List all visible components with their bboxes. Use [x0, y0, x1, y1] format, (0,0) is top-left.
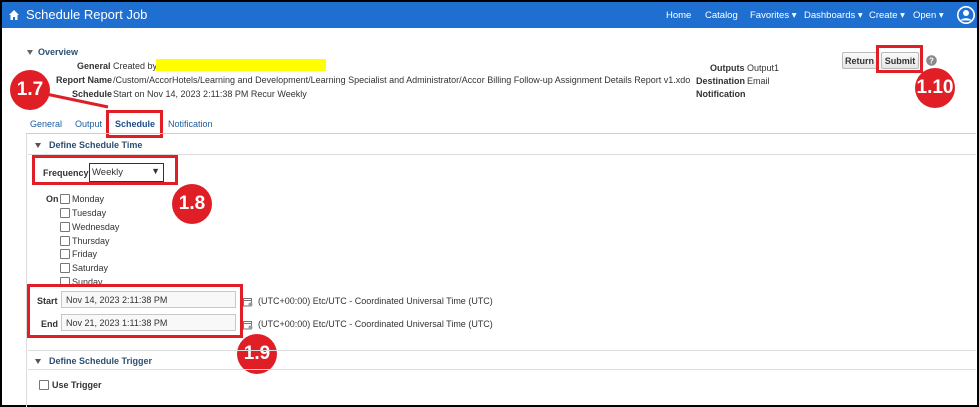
- section-divider: [28, 369, 976, 370]
- schedule-time-title: Define Schedule Time: [49, 140, 143, 150]
- schedule-trigger-title: Define Schedule Trigger: [49, 356, 153, 366]
- callout-box-dates: [27, 284, 243, 338]
- use-trigger-label: Use Trigger: [52, 380, 102, 390]
- svg-text:?: ?: [929, 56, 934, 65]
- on-label: On: [46, 194, 59, 204]
- chevron-down-icon: ▾: [791, 10, 797, 21]
- chevron-down-icon: ▾: [900, 10, 905, 21]
- callout-box-frequency: [32, 155, 178, 185]
- nav-dashboards-menu[interactable]: Dashboards ▾: [804, 10, 863, 21]
- use-trigger-checkbox[interactable]: [39, 380, 49, 390]
- day-label-thursday: Thursday: [72, 236, 110, 246]
- chevron-down-icon: ▾: [857, 10, 863, 21]
- start-timezone: (UTC+00:00) Etc/UTC - Coordinated Univer…: [258, 296, 493, 306]
- day-label-wednesday: Wednesday: [72, 222, 120, 232]
- checkbox-wednesday[interactable]: [60, 222, 70, 232]
- collapse-triangle-icon[interactable]: [35, 143, 41, 148]
- schedule-value: Start on Nov 14, 2023 2:11:38 PM Recur W…: [113, 89, 307, 99]
- outputs-value: Output1: [747, 63, 780, 73]
- checkbox-monday[interactable]: [60, 194, 70, 204]
- destination-label: Destination: [696, 76, 746, 86]
- nav-dashboards-label: Dashboards: [804, 10, 856, 21]
- checkbox-saturday[interactable]: [60, 263, 70, 273]
- checkbox-tuesday[interactable]: [60, 208, 70, 218]
- return-button[interactable]: Return: [842, 52, 877, 69]
- app-header: Schedule Report Job Home Catalog Favorit…: [2, 2, 977, 28]
- help-icon[interactable]: ?: [926, 55, 937, 66]
- checkbox-friday[interactable]: [60, 249, 70, 259]
- callout-box-submit: [876, 45, 923, 73]
- collapse-triangle-icon[interactable]: [27, 50, 33, 55]
- checkbox-thursday[interactable]: [60, 236, 70, 246]
- section-divider: [28, 350, 976, 351]
- overview-title: Overview: [38, 47, 79, 57]
- destination-value: Email: [747, 76, 770, 86]
- nav-create-menu[interactable]: Create ▾: [869, 10, 905, 21]
- content-left-border: [26, 134, 27, 407]
- chevron-down-icon: ▾: [938, 10, 944, 21]
- day-label-monday: Monday: [72, 194, 105, 204]
- end-timezone: (UTC+00:00) Etc/UTC - Coordinated Univer…: [258, 319, 493, 329]
- home-icon[interactable]: [8, 9, 20, 21]
- nav-favorites-label: Favorites: [750, 10, 790, 21]
- redaction-highlight: [156, 59, 326, 71]
- day-label-friday: Friday: [72, 249, 98, 259]
- callout-badge-1-9: 1.9: [237, 334, 277, 374]
- nav-favorites-menu[interactable]: Favorites ▾: [750, 10, 797, 21]
- general-label: General: [77, 61, 111, 71]
- calendar-icon[interactable]: [243, 297, 253, 307]
- tab-general[interactable]: General: [30, 119, 62, 129]
- report-name-value: /Custom/AccorHotels/Learning and Develop…: [113, 75, 691, 85]
- nav-create-label: Create: [869, 10, 898, 21]
- notification-label: Notification: [696, 89, 746, 99]
- tab-output[interactable]: Output: [75, 119, 102, 129]
- report-name-label: Report Name: [56, 75, 113, 85]
- user-avatar-icon[interactable]: [957, 6, 975, 24]
- nav-home-link[interactable]: Home: [666, 10, 691, 21]
- callout-badge-1-10: 1.10: [915, 68, 955, 108]
- day-label-tuesday: Tuesday: [72, 208, 107, 218]
- day-label-saturday: Saturday: [72, 263, 109, 273]
- callout-arrow: [45, 92, 109, 109]
- tab-notification[interactable]: Notification: [168, 119, 213, 129]
- general-value: Created by: [113, 61, 158, 71]
- outputs-label: Outputs: [710, 63, 745, 73]
- page-title: Schedule Report Job: [26, 7, 148, 22]
- nav-catalog-link[interactable]: Catalog: [705, 10, 738, 21]
- collapse-triangle-icon[interactable]: [35, 359, 41, 364]
- nav-open-menu[interactable]: Open ▾: [913, 10, 944, 21]
- calendar-icon[interactable]: [243, 320, 253, 330]
- tab-divider: [26, 133, 976, 134]
- nav-open-label: Open: [913, 10, 937, 21]
- callout-badge-1-8: 1.8: [172, 184, 212, 224]
